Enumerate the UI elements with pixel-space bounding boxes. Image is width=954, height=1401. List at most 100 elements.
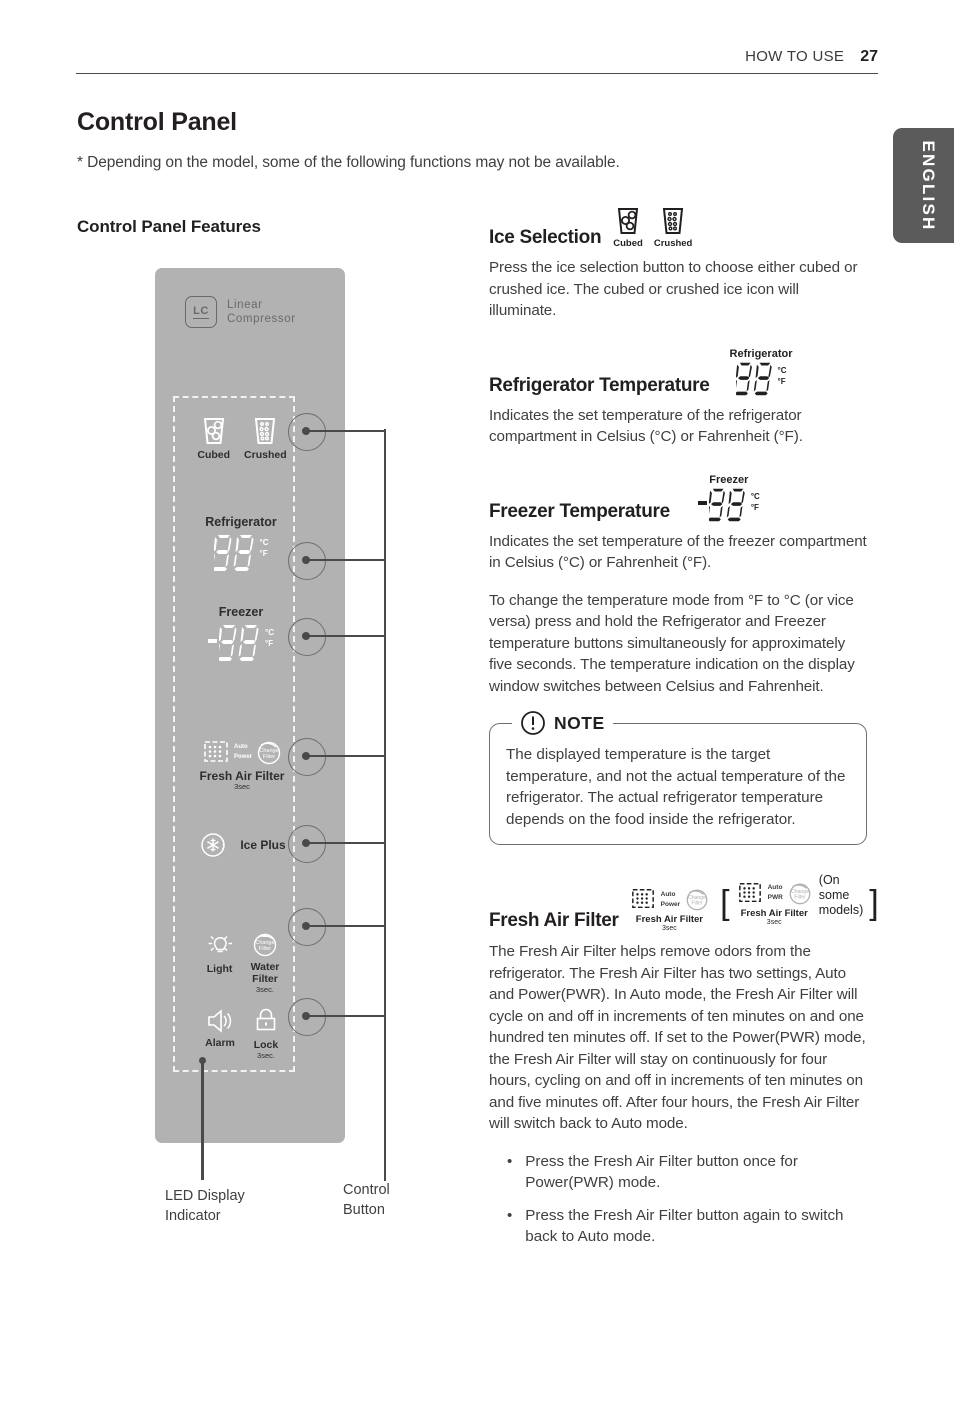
leader-trunk-control-button [384,429,387,1181]
panel-refrigerator-label: Refrigerator [205,515,277,529]
bullet-text: Press the Fresh Air Filter button again … [525,1206,844,1246]
bullet-glyph: • [507,1206,513,1224]
model-availability-note: * Depending on the model, some of the fo… [77,154,620,171]
caption-btn-line2: Button [343,1202,385,1218]
change-filter-icon: Change Filter [686,889,708,911]
control-panel-features-heading: Control Panel Features [77,217,261,236]
freezer-display-value: °C °F [697,487,760,523]
freezer-unit-c: °C [750,491,760,501]
note-box: NOTE The displayed temperature is the ta… [489,710,867,845]
note-title: NOTE [554,712,605,733]
panel-refrigerator-unit-f: °F [259,549,268,558]
on-some-models-line2: models) [818,903,864,917]
panel-lock-hold: 3sec. [257,1051,275,1060]
panel-cubed-ice: Cubed [197,416,230,461]
faf1-name: Fresh Air Filter [635,914,704,925]
ice-selection-icons: Cubed Crushed [613,206,692,249]
seven-segment-digits-icon [213,535,253,571]
caption-btn-line1: Control [343,1182,390,1198]
temperature-mode-body: To change the temperature mode from °F t… [489,591,855,695]
cubed-ice-icon [617,208,639,234]
svg-text:Filter: Filter [691,901,703,907]
caption-led-line1: LED Display [165,1188,245,1204]
panel-alarm: Alarm [205,1008,235,1049]
faf-icon-group-1: Auto Power Change Filter Fresh Air Filte… [629,886,711,932]
caption-control-button: Control Button [343,1180,390,1220]
bullet-glyph: • [507,1152,513,1170]
list-item: • Press the Fresh Air Filter button agai… [489,1205,867,1248]
freezer-unit-f: °F [750,502,759,512]
leader-line-ice-plus [306,841,386,844]
water-change-filter-icon: Change Filter [253,933,277,957]
lc-label-line2: Compressor [227,313,296,325]
panel-water-hold: 3sec. [256,985,274,994]
panel-refrigerator-segments: °C °F [213,533,269,573]
svg-text:Filter: Filter [259,946,271,952]
fresh-air-filter-icon [738,882,761,902]
change-filter-icon: Change Filter [257,741,281,765]
faf2-mode-pwr: PWR [767,894,783,901]
crushed-ice-icon [662,208,684,234]
freezer-temperature-body: Indicates the set temperature of the fre… [489,532,867,572]
seven-segment-digits-icon [735,362,772,395]
panel-faf-label: Fresh Air Filter [199,769,285,783]
leader-line-ice [306,429,386,432]
panel-freezer-unit-f: °F [265,639,274,648]
section-fresh-air-filter: Fresh Air Filter Auto Power Change Filte… [489,873,879,1248]
cubed-ice-icon [203,418,224,444]
freezer-display-label: Freezer [709,473,749,486]
right-column: Ice Selection Cubed Crushed Press the ic… [489,206,879,1259]
cubed-ice-caption: Cubed [613,238,643,249]
panel-freezer-minus-sign [208,639,217,643]
svg-text:Filter: Filter [794,894,806,900]
faf-icon-group-2: Auto PWR Change Filter Fresh Air Filter [736,880,813,926]
refrigerator-display-label: Refrigerator [729,347,793,360]
lc-label-line1: Linear [227,299,263,311]
change-filter-icon: Change Filter [789,883,811,904]
list-item: • Press the Fresh Air Filter button once… [489,1151,867,1194]
cubed-ice-group: Cubed [613,206,643,249]
bullet-text: Press the Fresh Air Filter button once f… [525,1152,798,1192]
faf2-name: Fresh Air Filter [740,907,808,919]
faf2-hold: 3sec [766,918,782,926]
fresh-air-filter-icon [631,889,654,909]
bracket-close: ] [869,883,879,922]
ice-plus-icon [201,833,226,857]
seven-segment-digits-icon [708,488,745,521]
leader-line-refrigerator [306,558,386,561]
panel-ice-plus-label: Ice Plus [240,838,286,852]
bracket-open: [ [720,883,730,922]
seven-segment-digits-icon [219,625,259,661]
on-some-models-line1: (On some [818,873,850,902]
fresh-air-filter-body: The Fresh Air Filter helps remove odors … [489,943,866,1132]
section-ice-selection: Ice Selection Cubed Crushed Press the ic… [489,206,867,322]
freezer-temperature-title: Freezer Temperature [489,500,670,522]
panel-crushed-label: Crushed [244,449,287,461]
caption-led-display-indicator: LED Display Indicator [165,1186,245,1226]
leader-line-freezer [306,634,386,637]
fresh-air-filter-icon [204,741,228,762]
page-title: Control Panel [77,108,237,136]
crushed-ice-group: Crushed [654,206,692,249]
refrigerator-unit-c: °C [777,365,787,375]
panel-water-filter: Change Filter Water Filter 3sec. [251,930,279,994]
lock-icon [256,1008,276,1031]
refrigerator-temperature-title: Refrigerator Temperature [489,374,710,396]
linear-compressor-badge: LC Linear Compressor [185,296,296,328]
lc-logo-icon: LC [185,296,217,328]
panel-refrigerator-unit-c: °C [259,538,269,547]
refrigerator-display-value: °C °F [735,361,787,397]
alarm-speaker-icon [208,1009,232,1033]
leader-line-alarm-lock [306,1014,386,1017]
faf-on-some-models-bracket: [ Auto PWR Change Filter Fresh Air Filte… [720,873,879,932]
language-tab: ENGLISH [893,128,954,243]
panel-crushed-ice: Crushed [244,416,287,461]
panel-freezer-unit-c: °C [265,628,274,637]
crushed-ice-icon [255,418,276,444]
page-header: HOW TO USE 27 [76,48,878,74]
panel-light: Light [205,930,235,975]
ice-selection-body: Press the ice selection button to choose… [489,259,858,319]
exclamation-circle-icon [521,711,545,735]
page-number: 27 [860,48,878,65]
freezer-display-cluster: Freezer °C °F [697,473,760,523]
